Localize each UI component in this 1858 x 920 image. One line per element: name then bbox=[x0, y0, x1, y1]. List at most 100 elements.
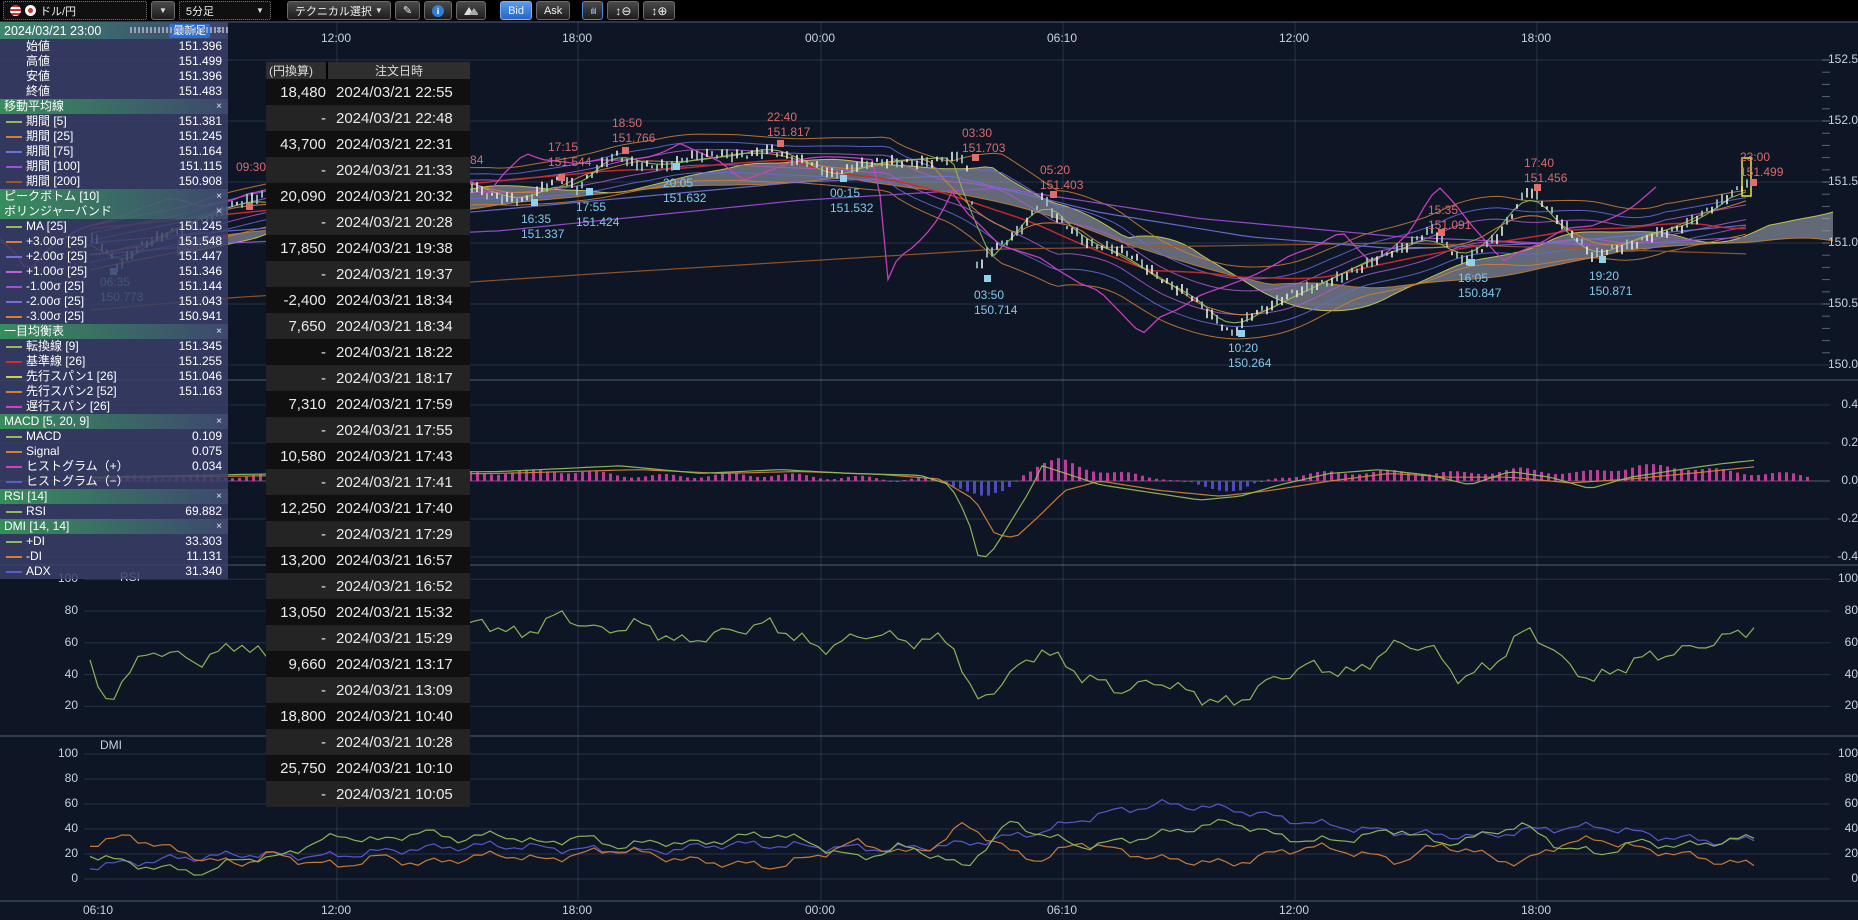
indicator-value: 0.075 bbox=[192, 444, 222, 459]
close-icon[interactable]: × bbox=[214, 414, 224, 429]
draw-tool-button[interactable]: ✎ bbox=[395, 1, 420, 20]
order-row[interactable]: -2,4002024/03/21 18:34 bbox=[266, 287, 470, 313]
info-icon: i bbox=[432, 5, 444, 17]
indicator-row: 期間 [75]151.164 bbox=[0, 144, 228, 159]
close-icon[interactable]: × bbox=[214, 189, 224, 204]
order-row[interactable]: 7,3102024/03/21 17:59 bbox=[266, 391, 470, 417]
indicator-label: Signal bbox=[26, 444, 192, 459]
close-icon[interactable]: × bbox=[214, 519, 224, 534]
currency-dropdown-button[interactable]: ▼ bbox=[151, 1, 175, 20]
indicator-value: 151.255 bbox=[179, 354, 222, 369]
indicator-value: 150.908 bbox=[179, 174, 222, 189]
indicator-value: 151.345 bbox=[179, 339, 222, 354]
indicator-value: 151.245 bbox=[179, 129, 222, 144]
line-color-swatch bbox=[6, 226, 26, 228]
top-time-label: 18:00 bbox=[1521, 31, 1551, 45]
line-color-swatch bbox=[6, 346, 26, 348]
ask-button[interactable]: Ask bbox=[536, 1, 570, 20]
order-row[interactable]: 20,0902024/03/21 20:32 bbox=[266, 183, 470, 209]
timeframe-selector[interactable]: 5分足 ▼ bbox=[179, 1, 271, 20]
indicator-value: 151.548 bbox=[179, 234, 222, 249]
order-table-header: (円換算) 注文日時 bbox=[266, 62, 470, 79]
order-row[interactable]: 12,2502024/03/21 17:40 bbox=[266, 495, 470, 521]
info-panel-body: 始値151.396高値151.499安値151.396終値151.483移動平均… bbox=[0, 39, 228, 579]
vertical-zoom-out-button[interactable]: ↕⊖ bbox=[607, 1, 639, 20]
toolbar: ドル/円 ▼ 5分足 ▼ テクニカル選択 ▼ ✎ i Bid Ask ılıl … bbox=[0, 0, 1858, 21]
order-row[interactable]: 7,6502024/03/21 18:34 bbox=[266, 313, 470, 339]
line-color-swatch bbox=[6, 511, 26, 513]
close-icon[interactable]: × bbox=[214, 204, 224, 219]
indicator-row: MA [25]151.245 bbox=[0, 219, 228, 234]
info-button[interactable]: i bbox=[424, 1, 452, 20]
indicator-value: 151.163 bbox=[179, 384, 222, 399]
panel-drag-strip[interactable] bbox=[130, 27, 230, 33]
order-row[interactable]: 13,0502024/03/21 15:32 bbox=[266, 599, 470, 625]
indicator-value: 151.396 bbox=[179, 39, 222, 54]
indicator-label: 安値 bbox=[26, 69, 179, 84]
indicator-section-title: DMI [14, 14] bbox=[4, 519, 214, 534]
order-row[interactable]: 13,2002024/03/21 16:57 bbox=[266, 547, 470, 573]
order-row[interactable]: 18,4802024/03/21 22:55 bbox=[266, 79, 470, 105]
order-row[interactable]: 25,7502024/03/21 10:10 bbox=[266, 755, 470, 781]
order-amount: 13,050 bbox=[266, 604, 326, 621]
order-row[interactable]: -2024/03/21 10:28 bbox=[266, 729, 470, 755]
order-row[interactable]: -2024/03/21 17:55 bbox=[266, 417, 470, 443]
order-row[interactable]: -2024/03/21 10:05 bbox=[266, 781, 470, 807]
currency-pair-selector[interactable]: ドル/円 bbox=[3, 1, 147, 20]
candle-fit-button[interactable]: ılıl bbox=[582, 1, 603, 20]
order-row[interactable]: 18,8002024/03/21 10:40 bbox=[266, 703, 470, 729]
order-row[interactable]: -2024/03/21 19:37 bbox=[266, 261, 470, 287]
order-row[interactable]: -2024/03/21 13:09 bbox=[266, 677, 470, 703]
indicator-row: 終値151.483 bbox=[0, 84, 228, 99]
order-datetime: 2024/03/21 15:32 bbox=[326, 604, 453, 621]
order-row[interactable]: -2024/03/21 17:41 bbox=[266, 469, 470, 495]
indicator-value: 33.303 bbox=[185, 534, 222, 549]
line-color-swatch bbox=[6, 151, 26, 153]
order-datetime: 2024/03/21 18:17 bbox=[326, 370, 453, 387]
order-amount: - bbox=[266, 526, 326, 543]
order-row[interactable]: -2024/03/21 16:52 bbox=[266, 573, 470, 599]
order-datetime: 2024/03/21 20:32 bbox=[326, 188, 453, 205]
order-amount: - bbox=[266, 786, 326, 803]
close-icon[interactable]: × bbox=[214, 324, 224, 339]
order-amount: - bbox=[266, 474, 326, 491]
order-row[interactable]: 17,8502024/03/21 19:38 bbox=[266, 235, 470, 261]
vertical-zoom-in-button[interactable]: ↕⊕ bbox=[643, 1, 675, 20]
indicator-label: MACD bbox=[26, 429, 192, 444]
order-amount: 7,310 bbox=[266, 396, 326, 413]
indicator-label: +2.00σ [25] bbox=[26, 249, 179, 264]
macd-tick-label: -0.4 bbox=[1837, 549, 1858, 563]
bid-button[interactable]: Bid bbox=[500, 1, 532, 20]
order-row[interactable]: -2024/03/21 21:33 bbox=[266, 157, 470, 183]
chart-type-button[interactable] bbox=[456, 1, 486, 20]
order-row[interactable]: 43,7002024/03/21 22:31 bbox=[266, 131, 470, 157]
dmi-tick-label: 20 bbox=[1845, 846, 1858, 860]
close-icon[interactable]: × bbox=[214, 99, 224, 114]
order-row[interactable]: -2024/03/21 17:29 bbox=[266, 521, 470, 547]
indicator-section-title: ボリンジャーバンド bbox=[4, 204, 214, 219]
order-datetime: 2024/03/21 22:55 bbox=[326, 84, 453, 101]
technical-select-button[interactable]: テクニカル選択 ▼ bbox=[287, 1, 391, 20]
dmi-tick-label-left: 60 bbox=[52, 796, 78, 810]
peak-annotation: 05:20151.403 bbox=[1040, 163, 1083, 193]
close-icon[interactable]: × bbox=[214, 489, 224, 504]
zoom-out-icon: ↕⊖ bbox=[615, 4, 631, 18]
indicator-section-title: RSI [14] bbox=[4, 489, 214, 504]
indicator-row: 先行スパン2 [52]151.163 bbox=[0, 384, 228, 399]
order-row[interactable]: -2024/03/21 18:17 bbox=[266, 365, 470, 391]
order-row[interactable]: 10,5802024/03/21 17:43 bbox=[266, 443, 470, 469]
order-history-table: (円換算) 注文日時 18,4802024/03/21 22:55-2024/0… bbox=[266, 62, 470, 807]
indicator-value: 0.109 bbox=[192, 429, 222, 444]
rsi-tick-label-left: 40 bbox=[52, 667, 78, 681]
order-row[interactable]: -2024/03/21 22:48 bbox=[266, 105, 470, 131]
order-row[interactable]: -2024/03/21 20:28 bbox=[266, 209, 470, 235]
order-datetime: 2024/03/21 19:37 bbox=[326, 266, 453, 283]
order-row[interactable]: -2024/03/21 15:29 bbox=[266, 625, 470, 651]
order-row[interactable]: -2024/03/21 18:22 bbox=[266, 339, 470, 365]
order-amount: 9,660 bbox=[266, 656, 326, 673]
chevron-down-icon: ▼ bbox=[159, 6, 167, 15]
top-time-label: 12:00 bbox=[321, 31, 351, 45]
line-color-swatch bbox=[6, 286, 26, 288]
bottom-time-label: 18:00 bbox=[562, 903, 592, 917]
order-row[interactable]: 9,6602024/03/21 13:17 bbox=[266, 651, 470, 677]
